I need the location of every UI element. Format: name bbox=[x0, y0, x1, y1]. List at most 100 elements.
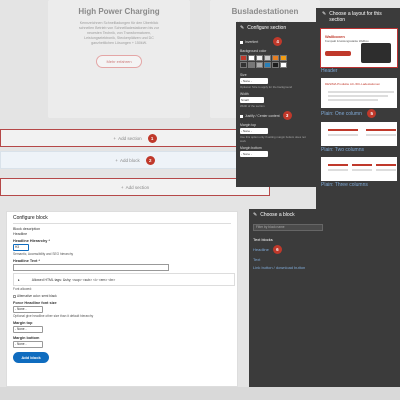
width-label: Width bbox=[240, 92, 249, 96]
thumb-title: DESIMA Produkte AC-/DC-Ladestationen bbox=[325, 82, 381, 86]
inverse-checkbox-row[interactable]: Invertiert 4 bbox=[240, 37, 312, 46]
block-item-link-button[interactable]: Link button / download button bbox=[253, 265, 327, 270]
step-badge: 4 bbox=[273, 37, 283, 46]
step-badge: 3 bbox=[282, 111, 292, 120]
margin-bottom-select[interactable]: - None - bbox=[13, 341, 43, 348]
headline-text-input[interactable] bbox=[13, 264, 169, 271]
color-swatch[interactable] bbox=[240, 62, 247, 68]
margin-top-label: Margin top bbox=[240, 123, 257, 127]
block-filter-input[interactable]: Filter by block name bbox=[253, 224, 323, 231]
margin-top-select[interactable]: - None - bbox=[240, 128, 268, 134]
layout-thumb-header[interactable]: Wallboxen Kompakt & leistungsstarke Wall… bbox=[320, 28, 398, 68]
margin-top-label: Margin top bbox=[13, 321, 33, 325]
add-block-bar[interactable]: + Add block 2 bbox=[0, 151, 270, 169]
add-section-label: Add section bbox=[125, 184, 150, 190]
thumb-line bbox=[352, 169, 372, 171]
margin-top-help: Use this option only if setting margin b… bbox=[240, 135, 306, 143]
layout-thumb-two-columns[interactable] bbox=[321, 122, 397, 146]
thumb-line bbox=[328, 164, 348, 166]
justify-checkbox-row[interactable]: Justify / Center content 3 bbox=[240, 111, 312, 120]
margin-top-select[interactable]: - None - bbox=[13, 326, 43, 333]
panel-header: ✎ Configure section bbox=[240, 25, 312, 31]
alt-color-row[interactable]: Alternative color: semi black bbox=[13, 294, 231, 298]
margin-bottom-select[interactable]: - None - bbox=[240, 151, 268, 157]
layout-item-label: Plain: One column bbox=[321, 111, 362, 117]
allowed-tags-text: Allowed HTML tags: &shy; <sup> <sub> <i>… bbox=[31, 277, 116, 282]
margin-bottom-label: Margin bottom bbox=[240, 146, 262, 150]
thumb-line bbox=[366, 134, 396, 136]
layout-item-three-columns[interactable]: Plain: Three columns bbox=[321, 182, 397, 188]
color-swatch[interactable] bbox=[280, 62, 287, 68]
configure-section-panel: ✎ Configure section Invertiert 4 Backgro… bbox=[236, 22, 316, 187]
page-footer-area bbox=[0, 387, 400, 400]
layout-item-one-column[interactable]: Plain: One column 5 bbox=[321, 109, 397, 118]
justify-label: Justify / Center content bbox=[244, 114, 280, 118]
expand-icon[interactable]: ▸ bbox=[18, 278, 20, 282]
add-block-button[interactable]: Add block bbox=[13, 352, 49, 363]
layout-thumb-three-columns[interactable] bbox=[321, 157, 397, 181]
layout-thumb-one-column[interactable]: DESIMA Produkte AC-/DC-Ladestationen bbox=[321, 78, 397, 108]
step-badge: 5 bbox=[367, 109, 377, 118]
add-section-bar-2[interactable]: + Add section bbox=[0, 178, 270, 196]
alt-color-label: Alternative color: semi black bbox=[17, 294, 57, 298]
add-block-label: Add block bbox=[119, 157, 140, 163]
checkbox[interactable] bbox=[240, 40, 243, 44]
color-swatch[interactable] bbox=[256, 62, 263, 68]
color-swatch[interactable] bbox=[264, 62, 271, 68]
card-high-power-charging: High Power Charging Kennzeichnen Schnell… bbox=[48, 0, 190, 118]
checkbox[interactable] bbox=[13, 294, 16, 298]
color-swatches bbox=[240, 55, 312, 68]
block-item-headline[interactable]: Headline 6 bbox=[253, 245, 327, 254]
size-help: Optional. Size to apply for the backgrou… bbox=[240, 85, 293, 89]
color-swatch[interactable] bbox=[240, 55, 247, 61]
font-allowed-text: Font allowed: bbox=[13, 287, 32, 291]
add-section-label: Add section bbox=[118, 135, 142, 141]
force-size-select[interactable]: - None - bbox=[13, 306, 43, 313]
add-section-bar[interactable]: + Add section 1 bbox=[0, 129, 270, 147]
hierarchy-select[interactable]: H3 bbox=[13, 244, 29, 251]
thumb-line bbox=[376, 169, 396, 171]
color-swatch[interactable] bbox=[280, 55, 287, 61]
width-help: Width of the section bbox=[240, 104, 265, 108]
panel-header: ✎ Choose a layout for this section bbox=[319, 11, 397, 23]
pencil-icon: ✎ bbox=[240, 25, 245, 31]
width-select[interactable]: Small bbox=[240, 97, 264, 103]
card-description: Kennzeichnen Schnellladungen für den Übe… bbox=[78, 21, 160, 45]
color-swatch[interactable] bbox=[272, 55, 279, 61]
block-description-value: Headline bbox=[13, 232, 28, 236]
color-swatch[interactable] bbox=[264, 55, 271, 61]
layout-item-two-columns[interactable]: Plain: Two columns bbox=[321, 147, 397, 153]
block-item-text[interactable]: Text bbox=[253, 257, 327, 262]
wallbox-image bbox=[361, 43, 391, 63]
thumb-line bbox=[366, 129, 396, 131]
size-select[interactable]: - None - bbox=[240, 78, 268, 84]
card-title: Busladestationen bbox=[231, 7, 299, 16]
plus-icon: + bbox=[115, 157, 118, 163]
hierarchy-label: Headline Hierarchy * bbox=[13, 239, 50, 243]
force-size-label: Force Headline font size bbox=[13, 301, 57, 305]
margin-bottom-label: Margin bottom bbox=[13, 336, 40, 340]
color-swatch[interactable] bbox=[248, 62, 255, 68]
thumb-line bbox=[376, 164, 396, 166]
pencil-icon: ✎ bbox=[322, 11, 327, 17]
step-badge: 2 bbox=[145, 155, 155, 165]
thumb-line bbox=[328, 95, 388, 97]
block-item-label: Headline bbox=[253, 247, 269, 252]
block-category: Text blocks bbox=[253, 237, 273, 242]
choose-block-panel: ✎ Choose a block Filter by block name Te… bbox=[249, 209, 331, 387]
color-swatch[interactable] bbox=[256, 55, 263, 61]
size-label: Size bbox=[240, 73, 247, 77]
color-swatch[interactable] bbox=[272, 62, 279, 68]
inverse-label: Invertiert bbox=[244, 40, 259, 44]
pencil-icon: ✎ bbox=[253, 212, 258, 218]
dialog-title: Configure block bbox=[13, 215, 231, 224]
configure-block-dialog: Configure block Block description Headli… bbox=[6, 211, 238, 387]
panel-title: Choose a block bbox=[260, 212, 295, 218]
panel-title: Configure section bbox=[247, 25, 287, 31]
force-size-help: Optional give headline other size than i… bbox=[13, 314, 94, 318]
thumb-button bbox=[325, 51, 351, 56]
more-button[interactable]: Mehr erfahren bbox=[96, 55, 142, 68]
layout-item-header[interactable]: Header bbox=[321, 68, 397, 74]
checkbox[interactable] bbox=[240, 114, 243, 118]
color-swatch[interactable] bbox=[248, 55, 255, 61]
